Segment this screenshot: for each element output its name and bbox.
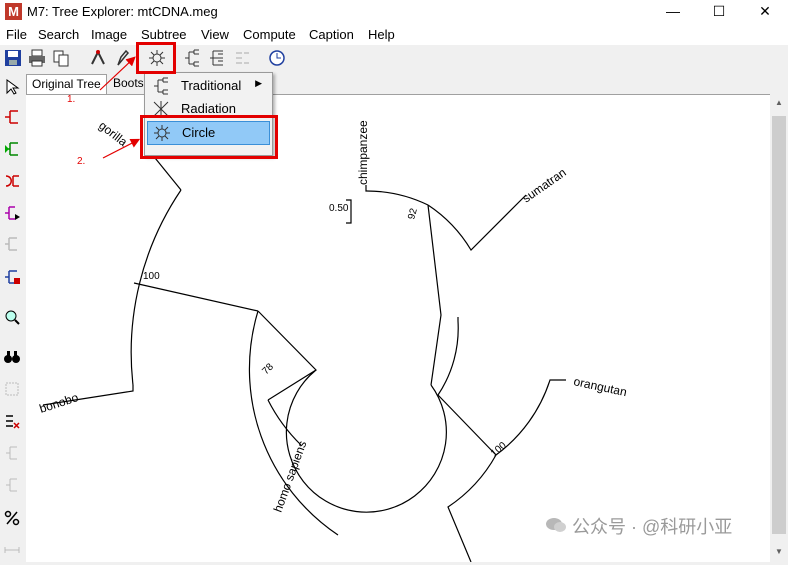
wechat-icon	[546, 518, 566, 532]
arrow-step1	[99, 56, 136, 91]
watermark-text: 公众号 · @科研小亚	[572, 517, 733, 537]
arrow-step2	[102, 138, 141, 159]
annotation-step2: 2.	[77, 156, 86, 167]
annotation-step1: 1.	[67, 94, 76, 105]
annotation-arrows	[99, 56, 141, 159]
